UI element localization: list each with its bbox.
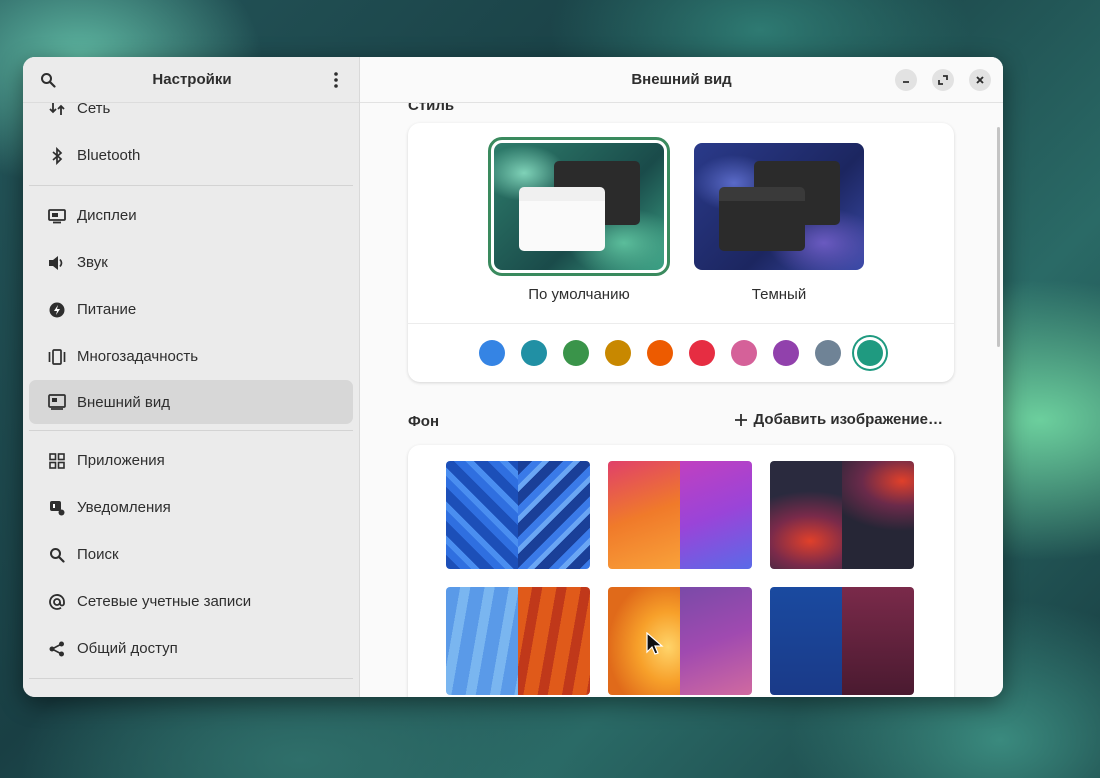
style-thumbnail-default [488,137,670,276]
sidebar-item-label: Уведомления [77,499,171,516]
accent-color-swatch[interactable] [563,340,589,366]
sharing-icon [47,639,67,659]
accent-color-swatch[interactable] [647,340,673,366]
accent-color-swatch[interactable] [605,340,631,366]
wallpaper-thumbnail[interactable] [608,587,752,695]
minimize-icon [903,81,909,83]
accent-color-swatch[interactable] [857,340,883,366]
mini-window-front [719,187,805,251]
sound-icon [47,253,67,273]
sidebar-item-label: Приложения [77,452,165,469]
wallpaper-thumbnail[interactable] [770,587,914,695]
sidebar-item-notifications[interactable]: Уведомления [29,484,353,531]
sidebar-separator [29,430,353,431]
accent-color-swatch[interactable] [689,340,715,366]
style-card: По умолчанию Темный [408,123,954,382]
online-accounts-icon [47,592,67,612]
wallpaper-thumbnail[interactable] [608,461,752,569]
sidebar-item-power[interactable]: Питание [29,286,353,333]
add-image-label: Добавить изображение… [753,411,943,428]
mini-window-front [519,187,605,251]
close-icon [976,76,984,84]
add-image-button[interactable]: Добавить изображение… [734,411,943,428]
sidebar-item-multitasking[interactable]: Многозадачность [29,333,353,380]
search-button[interactable] [37,69,59,91]
search-icon [41,72,56,88]
minimize-button[interactable] [895,69,917,91]
sidebar-item-search[interactable]: Поиск [29,531,353,578]
sidebar-item-bluetooth[interactable]: Bluetooth [29,132,353,179]
notifications-icon [47,498,67,518]
plus-icon [734,413,747,426]
display-icon [47,206,67,226]
maximize-button[interactable] [932,69,954,91]
settings-window: Настройки Сеть Bluetooth Дисплеи Звук Пи… [23,57,1003,697]
accent-color-swatch[interactable] [731,340,757,366]
sidebar-item-label: Питание [77,301,137,318]
apps-icon [47,451,67,471]
style-option-dark[interactable]: Темный [694,143,864,303]
sidebar-item-sound[interactable]: Звук [29,239,353,286]
kebab-menu-icon [334,71,338,88]
sidebar-list: Сеть Bluetooth Дисплеи Звук Питание Мног… [23,85,359,685]
bluetooth-icon [47,146,67,166]
sidebar-item-label: Bluetooth [77,147,141,164]
style-option-label: Темный [751,286,807,303]
accent-color-swatch[interactable] [773,340,799,366]
power-icon [47,300,67,320]
appearance-icon [47,392,67,412]
sidebar-item-displays[interactable]: Дисплеи [29,192,353,239]
sidebar-item-sharing[interactable]: Общий доступ [29,625,353,672]
background-section-label: Фон [408,413,440,430]
sidebar-item-online-accounts[interactable]: Сетевые учетные записи [29,578,353,625]
sidebar-item-label: Звук [77,254,108,271]
page-title: Внешний вид [631,71,732,88]
wallpaper-thumbnail[interactable] [770,461,914,569]
sidebar-separator [29,678,353,679]
style-thumbnail-dark [694,143,864,270]
sidebar-item-label: Сетевые учетные записи [77,593,252,610]
background-card [408,445,954,697]
content-pane: Внешний вид Стиль По умолчанию Темный Фо… [360,57,1003,697]
sidebar-title: Настройки [152,71,232,88]
close-button[interactable] [969,69,991,91]
sidebar-item-label: Многозадачность [77,348,199,365]
maximize-icon [938,75,948,85]
scrollbar[interactable] [997,127,1000,347]
sidebar-item-label: Дисплеи [77,207,137,224]
main-menu-button[interactable] [325,69,347,91]
sidebar: Настройки Сеть Bluetooth Дисплеи Звук Пи… [23,57,360,697]
multitasking-icon [47,347,67,367]
style-option-default[interactable]: По умолчанию [488,137,670,303]
sidebar-item-appearance[interactable]: Внешний вид [29,380,353,424]
accent-color-swatch[interactable] [479,340,505,366]
content-header: Внешний вид [360,57,1003,103]
search-icon [47,545,67,565]
sidebar-header: Настройки [23,57,359,103]
style-option-label: По умолчанию [528,286,630,303]
accent-color-swatch[interactable] [815,340,841,366]
sidebar-item-label: Поиск [77,546,119,563]
sidebar-item-label: Общий доступ [77,640,178,657]
wallpaper-thumbnail[interactable] [446,587,590,695]
sidebar-item-apps[interactable]: Приложения [29,437,353,484]
accent-color-row [408,323,954,382]
sidebar-item-label: Внешний вид [77,393,170,411]
mouse-cursor-icon [646,632,664,655]
window-controls [895,69,991,91]
sidebar-separator [29,185,353,186]
wallpaper-thumbnail[interactable] [446,461,590,569]
accent-color-swatch[interactable] [521,340,547,366]
